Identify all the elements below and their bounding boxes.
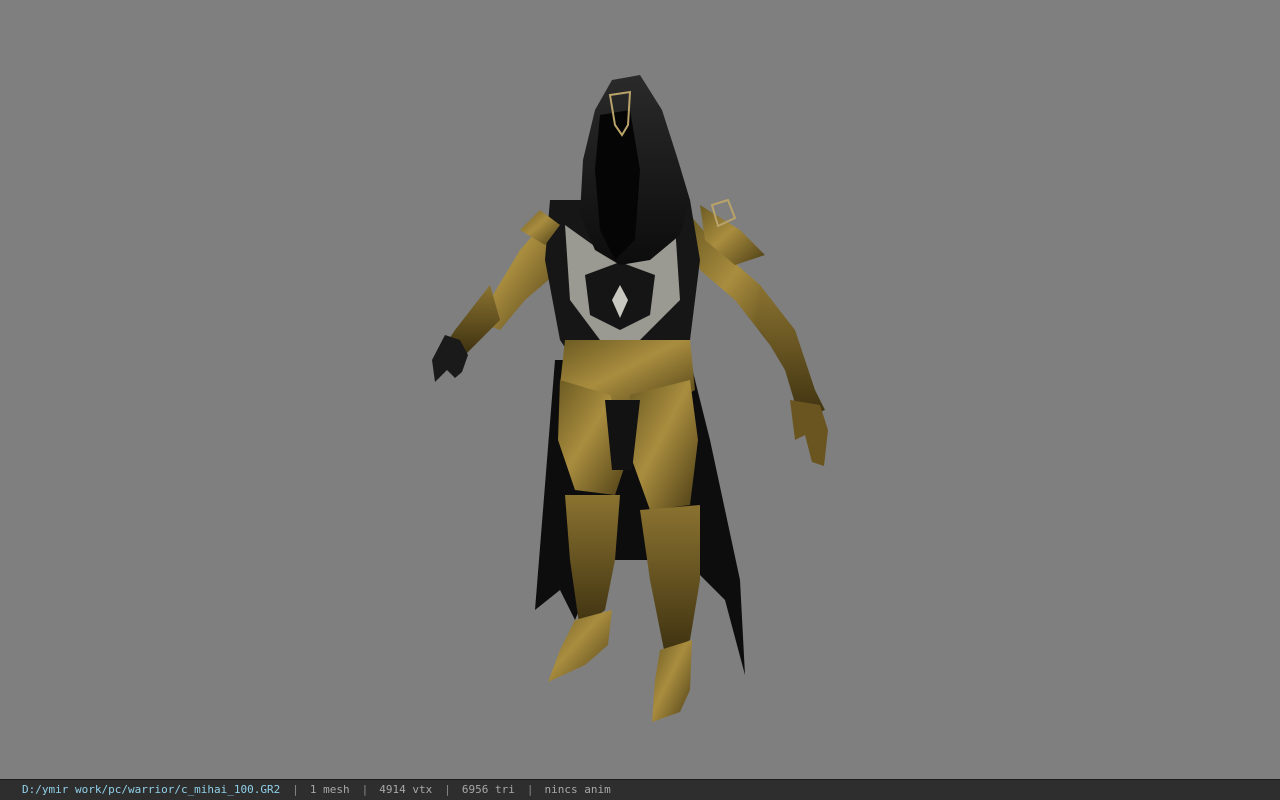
vertex-count-label: 4914 vtx [379,783,433,796]
3d-viewport[interactable] [0,0,1280,779]
mesh-count-label: 1 mesh [309,783,350,796]
separator: | [292,783,299,796]
left-boot [548,610,612,682]
separator: | [444,783,451,796]
triangle-count-label: 6956 tri [461,783,515,796]
status-bar: D:/ymir work/pc/warrior/c_mihai_100.GR2 |… [0,779,1280,800]
separator: | [526,783,534,796]
right-boot [652,640,692,722]
file-path-label: D:/ymir work/pc/warrior/c_mihai_100.GR2 [22,783,281,796]
animation-label: nincs anim [544,783,611,796]
right-forearm [755,285,825,420]
character-model[interactable] [0,0,1280,779]
right-shin [640,505,700,655]
separator: | [361,783,369,796]
